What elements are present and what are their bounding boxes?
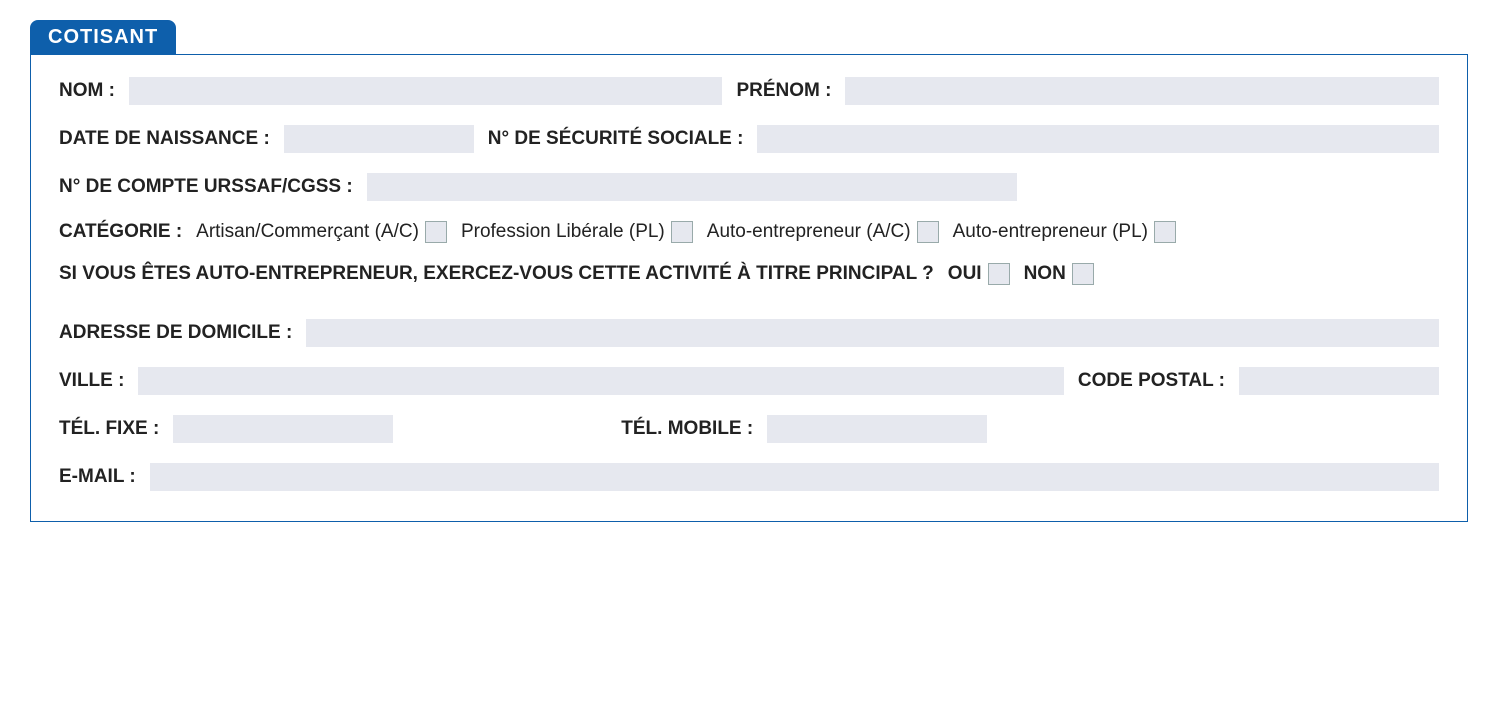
- input-tel-fixe[interactable]: [173, 415, 393, 443]
- label-email: E-MAIL :: [59, 466, 136, 488]
- label-prenom: PRÉNOM :: [736, 80, 831, 102]
- checkbox-profession-liberale[interactable]: [671, 221, 693, 243]
- label-ssn: N° DE SÉCURITÉ SOCIALE :: [488, 128, 744, 150]
- checkbox-auto-entrepreneur-ac[interactable]: [917, 221, 939, 243]
- checkbox-oui[interactable]: [988, 263, 1010, 285]
- row-urssaf: N° DE COMPTE URSSAF/CGSS :: [59, 173, 1439, 201]
- row-adresse: ADRESSE DE DOMICILE :: [59, 319, 1439, 347]
- input-email[interactable]: [150, 463, 1439, 491]
- input-nom[interactable]: [129, 77, 723, 105]
- checkbox-non[interactable]: [1072, 263, 1094, 285]
- row-auto-principal: SI VOUS ÊTES AUTO-ENTREPRENEUR, EXERCEZ-…: [59, 263, 1439, 285]
- section-tab-cotisant: COTISANT: [30, 20, 176, 55]
- input-dob[interactable]: [284, 125, 474, 153]
- label-cp: CODE POSTAL :: [1078, 370, 1225, 392]
- label-non: NON: [1024, 263, 1066, 285]
- input-adresse[interactable]: [306, 319, 1439, 347]
- row-email: E-MAIL :: [59, 463, 1439, 491]
- label-adresse: ADRESSE DE DOMICILE :: [59, 322, 292, 344]
- row-nom-prenom: NOM : PRÉNOM :: [59, 77, 1439, 105]
- input-ville[interactable]: [138, 367, 1063, 395]
- opt-oui: OUI: [948, 263, 1010, 285]
- input-prenom[interactable]: [845, 77, 1439, 105]
- label-tel-fixe: TÉL. FIXE :: [59, 418, 159, 440]
- label-tel-mobile: TÉL. MOBILE :: [621, 418, 753, 440]
- label-nom: NOM :: [59, 80, 115, 102]
- opt-profession-liberale-label: Profession Libérale (PL): [461, 221, 665, 243]
- checkbox-artisan-commercant[interactable]: [425, 221, 447, 243]
- label-ville: VILLE :: [59, 370, 124, 392]
- input-ssn[interactable]: [757, 125, 1439, 153]
- input-tel-mobile[interactable]: [767, 415, 987, 443]
- label-dob: DATE DE NAISSANCE :: [59, 128, 270, 150]
- input-urssaf[interactable]: [367, 173, 1017, 201]
- opt-artisan-commercant: Artisan/Commerçant (A/C): [196, 221, 447, 243]
- label-oui: OUI: [948, 263, 982, 285]
- checkbox-auto-entrepreneur-pl[interactable]: [1154, 221, 1176, 243]
- row-dob-ssn: DATE DE NAISSANCE : N° DE SÉCURITÉ SOCIA…: [59, 125, 1439, 153]
- label-categorie: CATÉGORIE :: [59, 221, 182, 243]
- input-cp[interactable]: [1239, 367, 1439, 395]
- opt-profession-liberale: Profession Libérale (PL): [461, 221, 693, 243]
- opt-auto-entrepreneur-ac: Auto-entrepreneur (A/C): [707, 221, 939, 243]
- opt-auto-entrepreneur-ac-label: Auto-entrepreneur (A/C): [707, 221, 911, 243]
- row-categorie: CATÉGORIE : Artisan/Commerçant (A/C) Pro…: [59, 221, 1439, 243]
- row-ville-cp: VILLE : CODE POSTAL :: [59, 367, 1439, 395]
- label-auto-principal: SI VOUS ÊTES AUTO-ENTREPRENEUR, EXERCEZ-…: [59, 263, 934, 285]
- cotisant-form: NOM : PRÉNOM : DATE DE NAISSANCE : N° DE…: [30, 54, 1468, 522]
- label-urssaf: N° DE COMPTE URSSAF/CGSS :: [59, 176, 353, 198]
- opt-non: NON: [1024, 263, 1094, 285]
- opt-artisan-commercant-label: Artisan/Commerçant (A/C): [196, 221, 419, 243]
- row-tel: TÉL. FIXE : TÉL. MOBILE :: [59, 415, 1439, 443]
- opt-auto-entrepreneur-pl-label: Auto-entrepreneur (PL): [953, 221, 1148, 243]
- opt-auto-entrepreneur-pl: Auto-entrepreneur (PL): [953, 221, 1176, 243]
